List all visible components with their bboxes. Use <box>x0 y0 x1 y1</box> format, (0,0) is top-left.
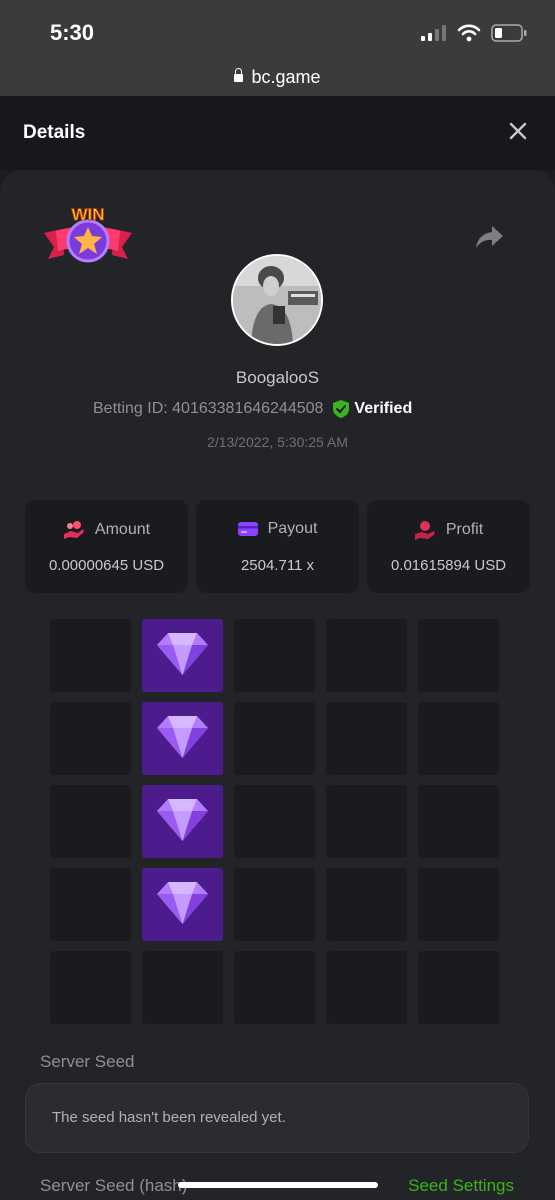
profit-value: 0.01615894 USD <box>390 557 507 574</box>
tile <box>418 868 499 941</box>
share-icon[interactable] <box>474 224 504 250</box>
battery-icon <box>491 24 527 42</box>
payout-value: 2504.711 x <box>240 557 315 574</box>
details-header: Details <box>0 96 555 170</box>
server-seed-value: The seed hasn't been revealed yet. <box>52 1109 286 1126</box>
bet-date: 2/13/2022, 5:30:25 AM <box>207 434 348 450</box>
signal-icon <box>421 25 446 41</box>
verified-shield-icon <box>333 400 350 418</box>
tile <box>50 951 131 1024</box>
tile <box>234 951 315 1024</box>
card-icon <box>237 522 258 536</box>
lock-icon <box>234 68 244 82</box>
seed-settings-link[interactable]: Seed Settings <box>408 1176 514 1196</box>
tile <box>50 619 131 692</box>
tile <box>418 702 499 775</box>
tile <box>418 951 499 1024</box>
verified-label: Verified <box>354 400 413 417</box>
status-bar: 5:30 <box>0 0 555 58</box>
tile <box>326 868 407 941</box>
win-text: WIN <box>71 205 104 224</box>
diamond-icon <box>157 882 208 924</box>
url-text: bc.game <box>251 67 321 87</box>
tile <box>50 785 131 858</box>
tile <box>326 702 407 775</box>
tile <box>50 702 131 775</box>
tile <box>326 951 407 1024</box>
gem-tile <box>142 785 223 858</box>
amount-label: Amount <box>94 521 151 538</box>
avatar <box>231 254 323 346</box>
tile <box>50 868 131 941</box>
amount-card: Amount 0.00000645 USD <box>25 500 188 593</box>
amount-value: 0.00000645 USD <box>48 557 165 574</box>
close-icon[interactable] <box>507 120 529 142</box>
address-bar[interactable]: bc.game <box>0 58 555 96</box>
profit-label: Profit <box>445 521 484 538</box>
gem-tile <box>142 702 223 775</box>
avatar-image <box>233 256 321 344</box>
server-seed-label: Server Seed <box>40 1052 135 1071</box>
tile <box>418 785 499 858</box>
tile <box>142 951 223 1024</box>
home-indicator[interactable] <box>178 1182 378 1188</box>
diamond-icon <box>157 799 208 841</box>
server-seed-hash-label: Server Seed (hash) <box>40 1176 188 1195</box>
tile <box>326 619 407 692</box>
mines-grid <box>50 619 499 1024</box>
tile <box>418 619 499 692</box>
diamond-icon <box>157 716 208 758</box>
tile <box>326 785 407 858</box>
wifi-icon <box>457 24 481 42</box>
username: BoogalooS <box>235 368 320 387</box>
profit-card: Profit 0.01615894 USD <box>367 500 530 593</box>
payout-label: Payout <box>267 520 318 537</box>
gem-tile <box>142 868 223 941</box>
status-time: 5:30 <box>50 20 95 45</box>
tile <box>234 868 315 941</box>
betting-id-row: Betting ID: 40163381646244508 Verified <box>93 400 412 418</box>
diamond-icon <box>157 633 208 675</box>
coins-hand-icon <box>63 521 84 539</box>
server-seed-box: The seed hasn't been revealed yet. <box>25 1083 529 1153</box>
win-badge-icon: WIN <box>44 205 132 263</box>
status-icons <box>421 24 527 42</box>
tile <box>234 619 315 692</box>
profit-hand-icon <box>414 521 435 540</box>
betting-id: Betting ID: 40163381646244508 <box>93 400 324 417</box>
tile <box>234 702 315 775</box>
page-title: Details <box>23 122 86 143</box>
gem-tile <box>142 619 223 692</box>
tile <box>234 785 315 858</box>
payout-card: Payout 2504.711 x <box>196 500 359 593</box>
win-badge: WIN <box>42 203 134 273</box>
